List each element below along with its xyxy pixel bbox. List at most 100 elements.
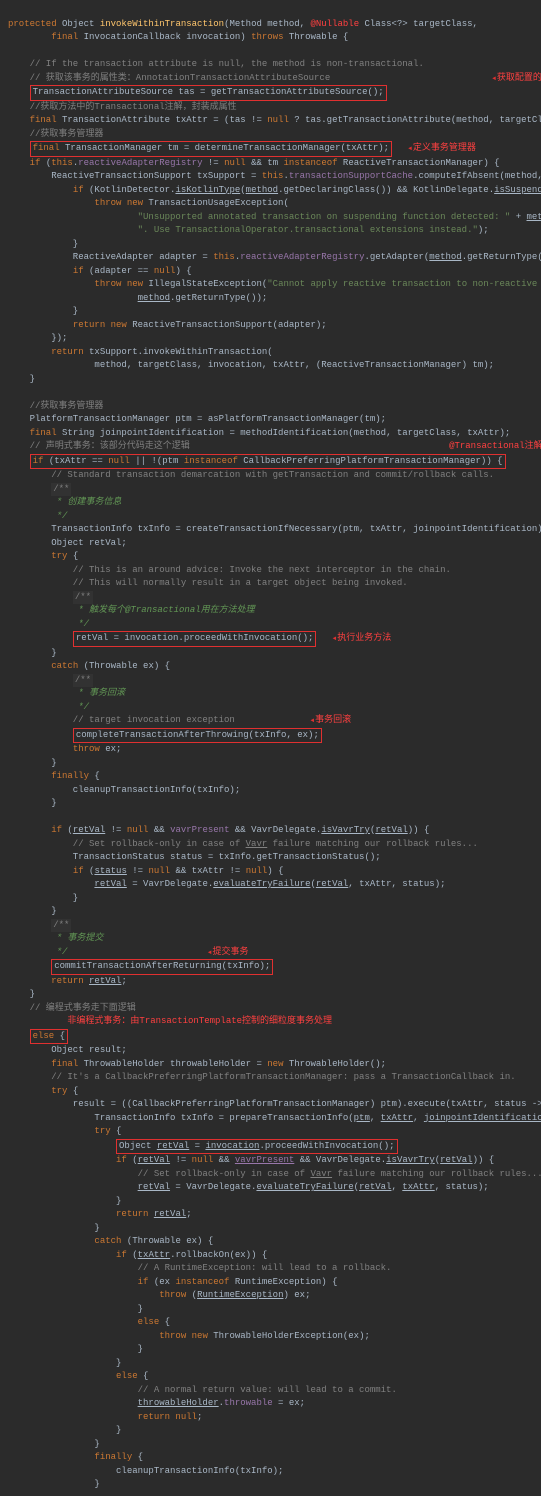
code-line: Object retVal;	[8, 538, 127, 548]
code-line: Object result;	[8, 1045, 127, 1055]
code-line: final InvocationCallback invocation) thr…	[8, 32, 348, 42]
code-line: TransactionInfo txInfo = createTransacti…	[8, 524, 541, 534]
code-line: ". Use TransactionalOperator.transaction…	[8, 225, 489, 235]
code-line: catch (Throwable ex) {	[8, 1236, 213, 1246]
code-line: if (ex instanceof RuntimeException) {	[8, 1277, 338, 1287]
code-line: retVal = VavrDelegate.evaluateTryFailure…	[8, 1182, 489, 1192]
block-comment: * 事务回滚	[73, 688, 125, 698]
code-line: ReactiveAdapter adapter = this.reactiveA…	[8, 252, 541, 262]
code-line: catch (Throwable ex) {	[8, 661, 170, 671]
code-line: }	[8, 306, 78, 316]
code-line: }	[8, 1196, 121, 1206]
highlight-box: if (txAttr == null || !(ptm instanceof C…	[30, 454, 506, 470]
code-line: else {	[8, 1317, 170, 1327]
code-editor[interactable]: protected Object invokeWithinTransaction…	[0, 0, 541, 1496]
code-line: throw (RuntimeException) ex;	[8, 1290, 311, 1300]
code-comment: // Standard transaction demarcation with…	[8, 470, 494, 480]
code-line: }	[8, 798, 57, 808]
highlight-box: final TransactionManager tm = determineT…	[30, 141, 392, 157]
code-line: if (txAttr.rollbackOn(ex)) {	[8, 1250, 267, 1260]
code-line: PlatformTransactionManager ptm = asPlatf…	[8, 414, 386, 424]
code-line: method.getReturnType());	[8, 293, 267, 303]
code-comment: // 获取该事务的属性类：AnnotationTransactionAttrib…	[8, 73, 330, 83]
block-comment: * 触发每个@Transactional用在方法处理	[73, 605, 255, 615]
code-line: return retVal;	[8, 1209, 192, 1219]
code-line: });	[8, 333, 67, 343]
code-comment: // A normal return value: will lead to a…	[8, 1385, 397, 1395]
block-comment: */	[73, 619, 89, 629]
highlight-box: retVal = invocation.proceedWithInvocatio…	[73, 631, 317, 647]
code-line: final TransactionAttribute txAttr = (tas…	[8, 115, 541, 125]
code-line: }	[8, 989, 35, 999]
code-line: try {	[8, 551, 78, 561]
code-line: throw new TransactionUsageException(	[8, 198, 289, 208]
code-line: }	[8, 758, 57, 768]
code-comment: // 编程式事务走下面逻辑	[8, 1003, 136, 1013]
annotation-label: 获取配置的事务属性	[492, 73, 541, 83]
code-line: throw new IllegalStateException("Cannot …	[8, 279, 541, 289]
code-line: cleanupTransactionInfo(txInfo);	[8, 1466, 283, 1476]
code-line: return retVal;	[8, 976, 127, 986]
code-line: if (retVal != null && vavrPresent && Vav…	[8, 1155, 494, 1165]
code-comment: // It's a CallbackPreferringPlatformTran…	[8, 1072, 516, 1082]
code-line: retVal = VavrDelegate.evaluateTryFailure…	[8, 879, 446, 889]
block-comment: * 事务提交	[51, 933, 103, 943]
code-line: }	[8, 1479, 100, 1489]
code-comment: // This is an around advice: Invoke the …	[8, 565, 451, 575]
code-comment: // A RuntimeException: will lead to a ro…	[8, 1263, 391, 1273]
annotation-label: 执行业务方法	[333, 633, 392, 643]
code-comment: //获取事务管理器	[8, 401, 103, 411]
annotation-label: 提交事务	[208, 947, 249, 957]
code-line: TransactionInfo txInfo = prepareTransact…	[8, 1113, 541, 1123]
code-line: try {	[8, 1086, 78, 1096]
code-line: }	[8, 906, 57, 916]
code-line: throwableHolder.throwable = ex;	[8, 1398, 305, 1408]
code-line: finally {	[8, 771, 100, 781]
code-line: final ThrowableHolder throwableHolder = …	[8, 1059, 386, 1069]
highlight-box: else {	[30, 1029, 68, 1045]
code-line: }	[8, 1344, 143, 1354]
code-line: if (status != null && txAttr != null) {	[8, 866, 284, 876]
block-comment: */	[51, 511, 67, 521]
code-line: }	[8, 374, 35, 384]
code-comment: // If the transaction attribute is null,…	[8, 59, 424, 69]
code-line: throw new ThrowableHolderException(ex);	[8, 1331, 370, 1341]
code-line: method, targetClass, invocation, txAttr,…	[8, 360, 494, 370]
code-line: if (this.reactiveAdapterRegistry != null…	[8, 158, 500, 168]
code-line: }	[8, 1439, 100, 1449]
code-line: if (retVal != null && vavrPresent && Vav…	[8, 825, 429, 835]
code-line: finally {	[8, 1452, 143, 1462]
code-line: }	[8, 1223, 100, 1233]
code-line: }	[8, 1304, 143, 1314]
code-line: }	[8, 1358, 121, 1368]
code-line: return null;	[8, 1412, 202, 1422]
block-comment: /**	[73, 674, 93, 688]
code-line: else {	[8, 1371, 148, 1381]
highlight-box: commitTransactionAfterReturning(txInfo);	[51, 959, 273, 975]
code-comment: //获取方法中的Transactional注解，封装成属性	[8, 102, 237, 112]
code-line: try {	[8, 1126, 121, 1136]
code-line: cleanupTransactionInfo(txInfo);	[8, 785, 240, 795]
annotation-label: @Transactional注解的事务	[449, 441, 541, 451]
block-comment: * 创建事务信息	[51, 497, 121, 507]
block-comment: */	[51, 947, 67, 957]
highlight-box: completeTransactionAfterThrowing(txInfo,…	[73, 728, 322, 744]
code-line: final String joinpointIdentification = m…	[8, 428, 510, 438]
code-line: }	[8, 648, 57, 658]
annotation-label: 事务回滚	[310, 715, 351, 725]
code-comment: // Set rollback-only in case of Vavr fai…	[8, 839, 478, 849]
code-line: ReactiveTransactionSupport txSupport = t…	[8, 171, 541, 181]
code-line: return new ReactiveTransactionSupport(ad…	[8, 320, 327, 330]
code-line: result = ((CallbackPreferringPlatformTra…	[8, 1099, 541, 1109]
block-comment: /**	[51, 483, 71, 497]
code-line: protected Object invokeWithinTransaction…	[8, 19, 478, 29]
code-line: throw ex;	[8, 744, 121, 754]
code-comment: // target invocation exception	[8, 715, 235, 725]
block-comment: /**	[51, 919, 71, 933]
code-comment: // This will normally result in a target…	[8, 578, 408, 588]
code-line: }	[8, 1425, 121, 1435]
code-line: if (adapter == null) {	[8, 266, 192, 276]
code-comment: //获取事务管理器	[8, 129, 103, 139]
code-line: "Unsupported annotated transaction on su…	[8, 212, 541, 222]
code-line: TransactionStatus status = txInfo.getTra…	[8, 852, 381, 862]
